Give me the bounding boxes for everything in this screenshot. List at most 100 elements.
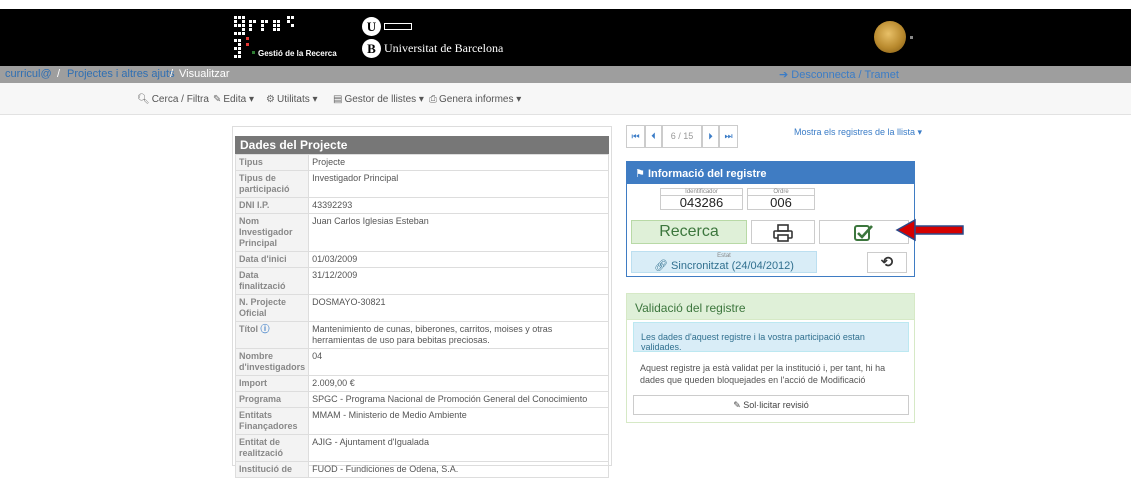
field-value: Investigador Principal (308, 170, 609, 198)
validation-panel: Validació del registre Les dades d'aques… (626, 293, 915, 423)
table-row: Programa SPGC - Programa Nacional de Prom… (234, 391, 609, 408)
field-label: Entitat de realització (234, 434, 310, 462)
request-review-label: Sol·licitar revisió (743, 400, 809, 410)
edit-menu[interactable]: ✎ Edita ▾ (213, 94, 254, 105)
status-value-row: 🔗︎ Sincronitzat (24/04/2012) (632, 260, 816, 272)
checked-checkbox-icon (854, 225, 873, 241)
breadcrumb-separator: / (57, 68, 61, 80)
record-position: 6 / 15 (662, 125, 702, 148)
reports-menu[interactable]: ⎙ Genera informes ▾ (429, 94, 521, 105)
request-review-button[interactable]: ✎ Sol·licitar revisió (633, 395, 909, 415)
table-row: Nombre d'investigadors 04 (234, 348, 609, 376)
validation-title: Validació del registre (627, 294, 914, 320)
search-filter-label: Cerca / Filtra (151, 94, 209, 105)
field-label: Data finalització (234, 267, 310, 295)
validation-notice: Les dades d'aquest registre i la vostra … (633, 322, 909, 352)
record-info-header: ⚑ Informació del registre (627, 162, 914, 184)
table-row: Tipus de participació Investigador Princi… (234, 170, 609, 198)
search-icon: 🔍︎ (137, 94, 150, 105)
print-record-button[interactable] (751, 220, 815, 244)
history-restore-button[interactable]: ⟲ (867, 252, 907, 273)
table-row: Títol ⓘ Mantenimiento de cunas, biberones… (234, 321, 609, 349)
field-value: 04 (308, 348, 609, 376)
table-row: Entitat de realització AJIG - Ajuntament … (234, 434, 609, 462)
field-label: DNI I.P. (234, 197, 310, 214)
field-value: DOSMAYO-30821 (308, 294, 609, 322)
table-row: Nom Investigador Principal Juan Carlos Ig… (234, 213, 609, 252)
main-toolbar: 🔍︎ Cerca / Filtra ✎ Edita ▾ ⚙ Utilitats ▾ ▤… (0, 83, 1131, 115)
project-data-panel: Dades del Projecte Tipus Projecte Tipus de… (232, 126, 612, 478)
ub-line-icon (384, 23, 412, 30)
field-label: Tipus de participació (234, 170, 310, 198)
field-value: Projecte (308, 154, 609, 171)
history-icon: ⟲ (880, 254, 894, 271)
field-label: Entitats Finançadores (234, 407, 310, 435)
field-label: Nombre d'investigadors (234, 348, 310, 376)
breadcrumb-root-link[interactable]: curricul@ (5, 68, 52, 80)
edit-label: Edita (223, 94, 247, 105)
identifier-box: Identificador 043286 (660, 188, 743, 210)
field-value: 31/12/2009 (308, 267, 609, 295)
field-value: 01/03/2009 (308, 251, 609, 268)
table-row: Data d'inici 01/03/2009 (234, 251, 609, 268)
last-record-button[interactable]: ⏭ (719, 125, 738, 148)
show-list-label: Mostra els registres de la llista (794, 127, 916, 137)
field-value: 43392293 (308, 197, 609, 214)
field-label: Nom Investigador Principal (234, 213, 310, 252)
breadcrumb-separator: / (170, 68, 174, 80)
validation-text: Aquest registre ja està validat per la i… (640, 363, 886, 385)
table-row: Data finalització 31/12/2009 (234, 267, 609, 295)
list-icon: ▤ (333, 94, 343, 105)
table-row: Entitats Finançadores MMAM - Ministerio d… (234, 407, 609, 435)
breadcrumb-current: Visualitzar (179, 68, 230, 80)
search-filter-menu[interactable]: 🔍︎ Cerca / Filtra (137, 94, 209, 105)
last-icon: ⏭ (724, 131, 733, 141)
table-row: N. Projecte Oficial DOSMAYO-30821 (234, 294, 609, 322)
edit-icon: ✎ (733, 400, 741, 410)
list-manager-menu[interactable]: ▤ Gestor de llistes ▾ (333, 94, 424, 105)
user-menu-caret-icon[interactable] (910, 36, 913, 39)
status-value: Sincronitzat (24/04/2012) (671, 260, 794, 272)
field-value: MMAM - Ministerio de Medio Ambiente (308, 407, 609, 435)
previous-record-button[interactable]: ⏴ (645, 125, 662, 148)
order-box: Ordre 006 (747, 188, 815, 210)
field-value: Juan Carlos Iglesias Esteban (308, 213, 609, 252)
user-seal-avatar[interactable] (874, 21, 906, 53)
field-label: N. Projecte Oficial (234, 294, 310, 322)
order-value: 006 (770, 195, 792, 210)
university-name: Universitat de Barcelona (384, 41, 504, 55)
table-row: DNI I.P. 43392293 (234, 197, 609, 214)
next-record-button[interactable]: ⏵ (702, 125, 719, 148)
reports-label: Genera informes (439, 94, 514, 105)
field-value: Mantenimiento de cunas, biberones, carri… (308, 321, 609, 349)
utilities-menu[interactable]: ⚙ Utilitats ▾ (266, 94, 318, 105)
app-subtitle: Gestió de la Recerca (258, 49, 337, 58)
grec-logo[interactable]: ​ Gestió de la Recerca (232, 13, 337, 61)
breadcrumb-section-link[interactable]: Projectes i altres ajuts (67, 68, 175, 80)
breadcrumb: curricul@ / Projectes i altres ajuts / V… (0, 66, 1131, 83)
info-icon[interactable]: ⓘ (258, 324, 270, 334)
field-label: Import (234, 375, 310, 392)
annotation-arrow-icon (895, 218, 964, 242)
project-details-table: Tipus Projecte Tipus de participació Invest… (234, 154, 609, 478)
table-row: Institució de FUOD - Fundiciones de Odena… (234, 461, 609, 478)
utilities-label: Utilitats (276, 94, 310, 105)
print-icon (773, 224, 793, 242)
field-value: 2.009,00 € (308, 375, 609, 392)
show-list-records-link[interactable]: Mostra els registres de la llista ▾ (794, 127, 922, 138)
first-record-button[interactable]: ⏮ (626, 125, 645, 148)
logout-link[interactable]: ➔ Desconnecta / Tramet (779, 68, 899, 81)
map-marker-icon: ⚑ (635, 168, 645, 180)
status-label: Estat (717, 253, 731, 259)
print-icon: ⎙ (429, 94, 437, 105)
top-header: ​ Gestió de la Recerca U B Universitat d… (0, 9, 1131, 66)
field-label: Programa (234, 391, 310, 408)
record-info-title: Informació del registre (647, 168, 767, 180)
ub-letter-u: U (362, 17, 381, 36)
table-row: Tipus Projecte (234, 154, 609, 171)
record-info-panel: ⚑ Informació del registre Identificador … (626, 161, 915, 277)
ub-letter-b: B (362, 39, 381, 58)
category-badge: Recerca (631, 220, 747, 244)
link-icon: 🔗︎ (654, 260, 668, 272)
gears-icon: ⚙ (266, 94, 275, 105)
